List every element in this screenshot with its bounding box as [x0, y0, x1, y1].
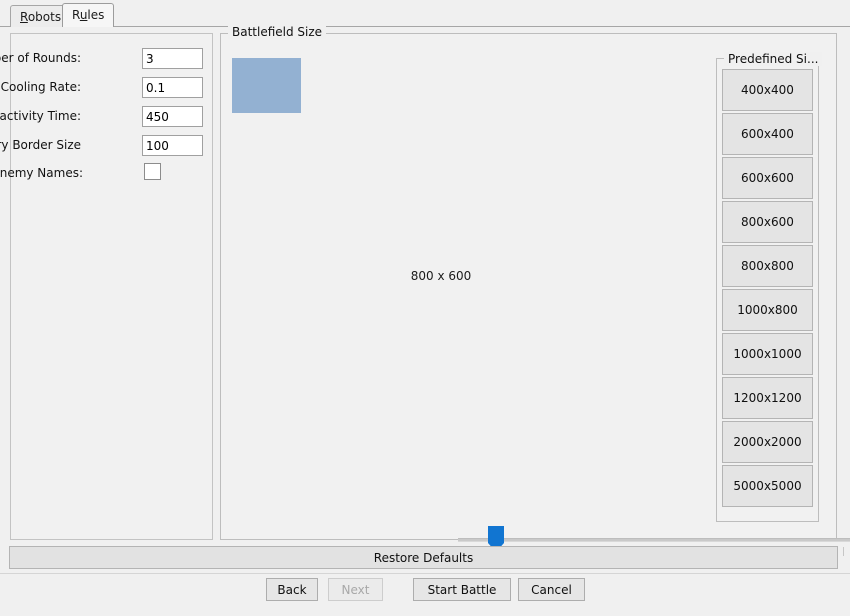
predefined-size-5000x5000[interactable]: 5000x5000 — [722, 465, 813, 507]
battlefield-size-text: 800 x 600 — [410, 269, 472, 283]
field-row-number-of-rounds: Number of Rounds: — [0, 48, 214, 70]
predefined-sizes-list: 400x400 600x400 600x600 800x600 800x800 1000x… — [722, 69, 813, 509]
next-button: Next — [328, 578, 383, 601]
battlefield-size-legend: Battlefield Size — [228, 25, 327, 39]
field-row-inactivity-time: Inactivity Time: — [0, 106, 214, 128]
input-sentry-border-size[interactable] — [142, 135, 203, 156]
field-row-gun-cooling-rate: Gun Cooling Rate: — [0, 77, 214, 99]
predefined-size-600x600[interactable]: 600x600 — [722, 157, 813, 199]
predefined-sizes-group: 400x400 600x400 600x600 800x600 800x800 1000x… — [716, 58, 819, 522]
predefined-size-800x600[interactable]: 800x600 — [722, 201, 813, 243]
field-row-sentry-border-size: Sentry Border Size — [0, 135, 214, 157]
horizontal-tick — [843, 547, 844, 556]
rules-settings-panel: Number of Rounds: Gun Cooling Rate: Inac… — [0, 33, 214, 540]
predefined-size-400x400[interactable]: 400x400 — [722, 69, 813, 111]
dialog-action-bar: Back Next Start Battle Cancel — [0, 578, 850, 616]
predefined-size-1000x800[interactable]: 1000x800 — [722, 289, 813, 331]
predefined-size-1000x1000[interactable]: 1000x1000 — [722, 333, 813, 375]
predefined-size-1200x1200[interactable]: 1200x1200 — [722, 377, 813, 419]
battlefield-preview-rect — [232, 58, 301, 113]
predefined-size-2000x2000[interactable]: 2000x2000 — [722, 421, 813, 463]
predefined-sizes-legend: Predefined Si... — [724, 52, 823, 66]
label-inactivity-time: Inactivity Time: — [0, 109, 81, 123]
tab-strip-underline — [0, 26, 850, 27]
predefined-size-600x400[interactable]: 600x400 — [722, 113, 813, 155]
tab-rules[interactable]: Rules — [62, 3, 115, 27]
back-button[interactable]: Back — [266, 578, 318, 601]
label-gun-cooling-rate: Gun Cooling Rate: — [0, 80, 81, 94]
label-sentry-border-size: Sentry Border Size — [0, 138, 81, 152]
new-battle-dialog: Robots Rules Number of Rounds: Gun Cooli… — [0, 0, 850, 616]
footer-separator — [0, 573, 850, 574]
input-number-of-rounds[interactable] — [142, 48, 203, 69]
field-row-hide-enemy-names: Hide Enemy Names: — [0, 163, 214, 185]
cancel-button[interactable]: Cancel — [518, 578, 585, 601]
input-inactivity-time[interactable] — [142, 106, 203, 127]
predefined-size-800x800[interactable]: 800x800 — [722, 245, 813, 287]
label-number-of-rounds: Number of Rounds: — [0, 51, 81, 65]
checkbox-hide-enemy-names[interactable] — [144, 163, 161, 180]
restore-defaults-button[interactable]: Restore Defaults — [9, 546, 838, 569]
tab-strip: Robots Rules — [0, 0, 850, 27]
label-hide-enemy-names: Hide Enemy Names: — [0, 166, 83, 180]
input-gun-cooling-rate[interactable] — [142, 77, 203, 98]
start-battle-button[interactable]: Start Battle — [413, 578, 511, 601]
horizontal-slider-track[interactable] — [458, 538, 850, 542]
